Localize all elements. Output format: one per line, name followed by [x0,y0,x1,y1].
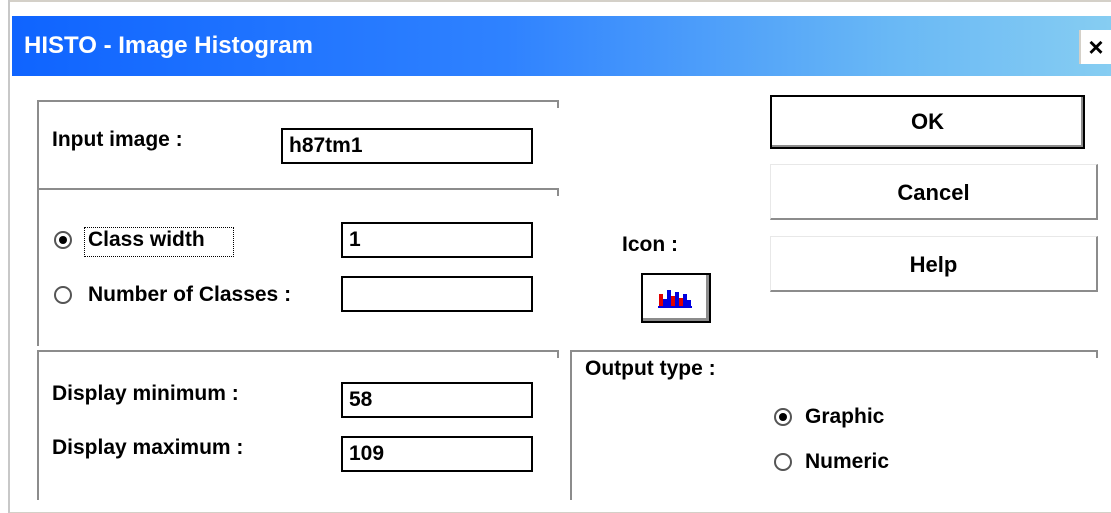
input-image-field[interactable]: h87tm1 [281,128,533,164]
window-title: HISTO - Image Histogram [24,32,313,59]
display-maximum-label: Display maximum : [52,436,244,459]
help-button[interactable]: Help [770,236,1098,292]
display-maximum-field[interactable]: 109 [341,436,533,472]
display-range-group [37,350,559,500]
output-type-label: Output type : [585,357,716,380]
histogram-icon [658,290,692,308]
display-minimum-label: Display minimum : [52,382,239,405]
number-of-classes-field[interactable] [341,276,533,312]
group-frame-edge [557,188,559,196]
group-frame-edge [557,100,559,108]
class-width-radio[interactable] [54,231,72,249]
classes-group [37,188,559,346]
input-image-label: Input image : [52,128,183,151]
title-bar[interactable]: HISTO - Image Histogram × [12,16,1111,76]
window-border [10,0,1111,2]
close-icon: × [1088,32,1104,62]
class-width-field[interactable]: 1 [341,222,533,258]
graphic-radio[interactable] [774,408,792,426]
graphic-label[interactable]: Graphic [805,405,884,429]
group-frame-edge [1096,350,1098,358]
numeric-radio[interactable] [774,453,792,471]
cancel-button[interactable]: Cancel [770,164,1098,220]
icon-button[interactable] [641,273,711,323]
ok-button[interactable]: OK [770,95,1085,149]
display-minimum-field[interactable]: 58 [341,382,533,418]
number-of-classes-radio[interactable] [54,286,72,304]
icon-label: Icon : [622,233,678,256]
close-button[interactable]: × [1079,30,1111,64]
number-of-classes-label[interactable]: Number of Classes : [88,283,291,307]
numeric-label[interactable]: Numeric [805,450,889,474]
class-width-label[interactable]: Class width [88,228,205,252]
group-frame-edge [557,350,559,358]
